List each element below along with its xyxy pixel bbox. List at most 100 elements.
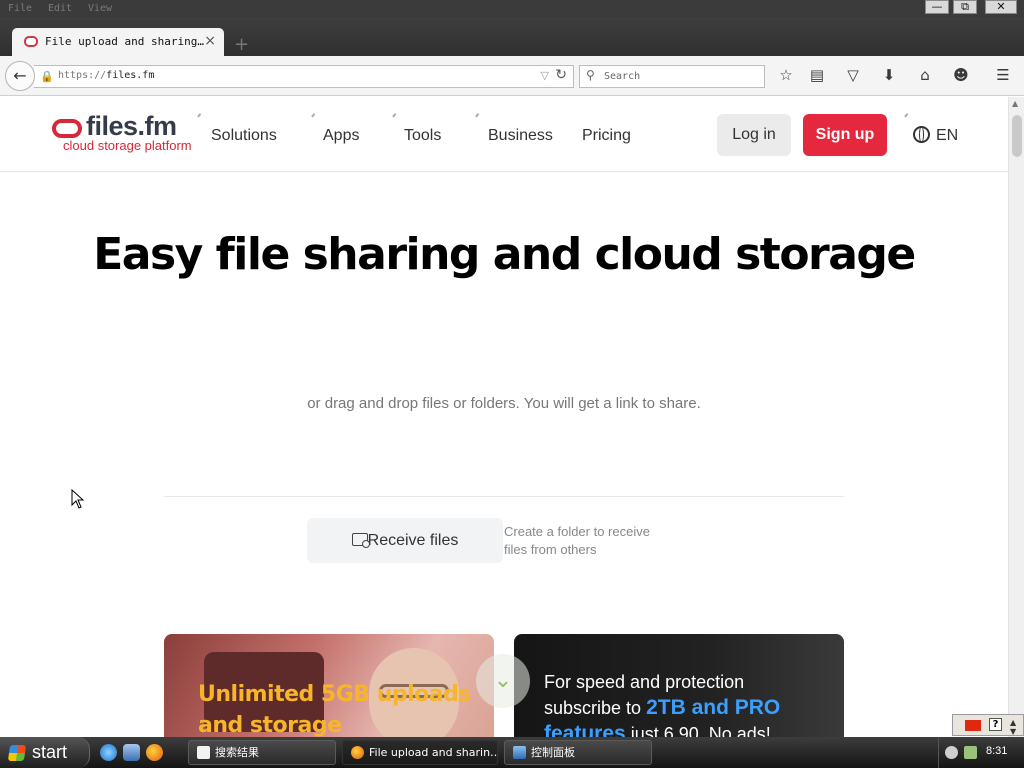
document-icon: [197, 746, 210, 759]
restore-button[interactable]: ⧉: [953, 0, 977, 14]
decor-tick: [392, 113, 398, 119]
nav-pricing[interactable]: Pricing: [582, 127, 631, 145]
language-bar-options-icon[interactable]: ▲ ▼: [1010, 718, 1016, 736]
start-label: start: [32, 742, 68, 762]
pocket-icon[interactable]: ▽: [842, 64, 864, 86]
receive-desc-line1: Create a folder to receive: [504, 524, 650, 539]
signup-button[interactable]: Sign up: [803, 114, 887, 156]
promo-unlimited-text: Unlimited 5GB uploads and storage: [198, 679, 471, 737]
taskbar-item-label: File upload and sharin…: [369, 746, 498, 759]
promo-card-pro[interactable]: For speed and protection subscribe to 2T…: [514, 634, 844, 737]
promo2-highlight-2tb: 2TB and PRO: [646, 696, 781, 719]
scroll-up-arrow-icon[interactable]: ▲: [1012, 99, 1018, 108]
decor-tick: [475, 113, 481, 119]
files-fm-logo-icon[interactable]: [52, 119, 82, 138]
taskbar-item-label: 搜索结果: [215, 746, 259, 759]
site-header: files.fm cloud storage platform Solution…: [0, 97, 1008, 172]
tab-strip: File upload and sharing… × +: [0, 18, 1024, 56]
ie-icon[interactable]: [100, 744, 117, 761]
windows-logo-icon: [7, 745, 27, 761]
folder-icon: [351, 533, 370, 548]
navigation-toolbar: 🔒 https://files.fm ▽ ↻ ← ⚲ Search ☆ ▤ ▽ …: [0, 56, 1024, 96]
firefox-icon: [351, 746, 364, 759]
promo2-line1: For speed and protection: [544, 672, 745, 692]
web-page: files.fm cloud storage platform Solution…: [0, 97, 1008, 737]
promo2-line3: features just 6.90. No ads!: [544, 721, 780, 737]
menu-file[interactable]: File: [8, 3, 32, 14]
close-tab-icon[interactable]: ×: [204, 33, 216, 49]
menu-view[interactable]: View: [88, 3, 112, 14]
receive-desc-line2: files from others: [504, 542, 597, 557]
promo2-line2: subscribe to 2TB and PRO: [544, 695, 780, 721]
language-selector[interactable]: EN: [913, 126, 958, 145]
bookmark-star-icon[interactable]: ☆: [775, 64, 797, 86]
decor-tick: [197, 113, 203, 119]
promo-card-unlimited[interactable]: Unlimited 5GB uploads and storage: [164, 634, 494, 737]
minimize-button[interactable]: —: [925, 0, 949, 14]
hamburger-menu-icon[interactable]: ☰: [992, 64, 1014, 86]
window-menubar: File Edit View — ⧉ ✕: [0, 0, 1024, 18]
close-window-button[interactable]: ✕: [985, 0, 1017, 14]
language-bar[interactable]: ? ▲ ▼: [952, 714, 1024, 736]
taskbar-item-search-results[interactable]: 搜索结果: [188, 740, 336, 765]
receive-files-label: Receive files: [367, 532, 459, 549]
taskbar-item-control-panel[interactable]: 控制面板: [504, 740, 652, 765]
scrollbar-thumb[interactable]: [1012, 115, 1022, 157]
promo1-line1: Unlimited 5GB uploads: [198, 682, 471, 707]
new-tab-icon[interactable]: +: [234, 34, 249, 55]
promo2-line2-prefix: subscribe to: [544, 698, 647, 718]
promo-pro-text: For speed and protection subscribe to 2T…: [544, 669, 780, 737]
downloads-icon[interactable]: ⬇: [878, 64, 900, 86]
help-icon[interactable]: ?: [989, 718, 1002, 731]
login-button[interactable]: Log in: [717, 114, 791, 156]
scroll-down-chevron-icon[interactable]: ⌄: [476, 654, 530, 708]
nav-tools[interactable]: Tools: [404, 127, 441, 145]
promo2-line3-suffix: just 6.90. No ads!: [625, 724, 771, 737]
decor-tick: [311, 113, 317, 119]
chat-icon[interactable]: ☻: [950, 64, 972, 86]
logo-tagline: cloud storage platform: [63, 138, 192, 153]
start-button[interactable]: start: [0, 737, 90, 768]
lock-icon[interactable]: 🔒: [40, 70, 54, 83]
language-label: EN: [936, 127, 959, 144]
search-placeholder: Search: [604, 71, 641, 82]
decor-tick: [904, 113, 910, 119]
hero-title: Easy file sharing and cloud storage: [93, 229, 916, 280]
url-bar[interactable]: 🔒 https://files.fm ▽ ↻: [34, 65, 574, 88]
china-flag-icon[interactable]: [965, 720, 981, 731]
clock[interactable]: 8:31: [986, 745, 1007, 757]
promo2-highlight-features: features: [544, 722, 626, 737]
control-panel-icon: [513, 746, 526, 759]
volume-icon[interactable]: [964, 746, 977, 759]
url-scheme: https://: [58, 70, 107, 81]
browser-tab[interactable]: File upload and sharing… ×: [12, 28, 224, 56]
tab-title: File upload and sharing…: [45, 35, 204, 48]
url-text: https://files.fm: [58, 70, 154, 81]
taskbar: start 搜索结果 File upload and sharin… 控制面板 …: [0, 737, 1024, 768]
receive-files-description: Create a folder to receive files from ot…: [504, 523, 650, 559]
nav-solutions[interactable]: Solutions: [211, 127, 277, 145]
reading-list-icon[interactable]: ▤: [806, 64, 828, 86]
network-icon[interactable]: [945, 746, 958, 759]
nav-apps[interactable]: Apps: [323, 127, 359, 145]
menu-edit[interactable]: Edit: [48, 3, 72, 14]
home-icon[interactable]: ⌂: [914, 64, 936, 86]
search-icon: ⚲: [586, 68, 595, 82]
reload-icon[interactable]: ↻: [555, 67, 567, 83]
taskbar-item-firefox[interactable]: File upload and sharin…: [342, 740, 498, 765]
section-divider: [164, 496, 844, 497]
show-desktop-icon[interactable]: [123, 744, 140, 761]
receive-files-button[interactable]: Receive files: [307, 518, 503, 563]
url-host: files.fm: [106, 70, 155, 81]
system-tray: 8:31: [938, 737, 1024, 768]
back-button[interactable]: ←: [5, 61, 35, 91]
url-dropdown-icon[interactable]: ▽: [541, 69, 549, 82]
drag-drop-hint: or drag and drop files or folders. You w…: [307, 395, 701, 412]
page-scrollbar[interactable]: ▲: [1008, 97, 1024, 737]
nav-business[interactable]: Business: [488, 127, 553, 145]
taskbar-item-label: 控制面板: [531, 746, 575, 759]
favicon-icon: [24, 36, 38, 47]
search-input[interactable]: ⚲ Search: [579, 65, 765, 88]
firefox-icon[interactable]: [146, 744, 163, 761]
globe-icon: [913, 126, 930, 143]
